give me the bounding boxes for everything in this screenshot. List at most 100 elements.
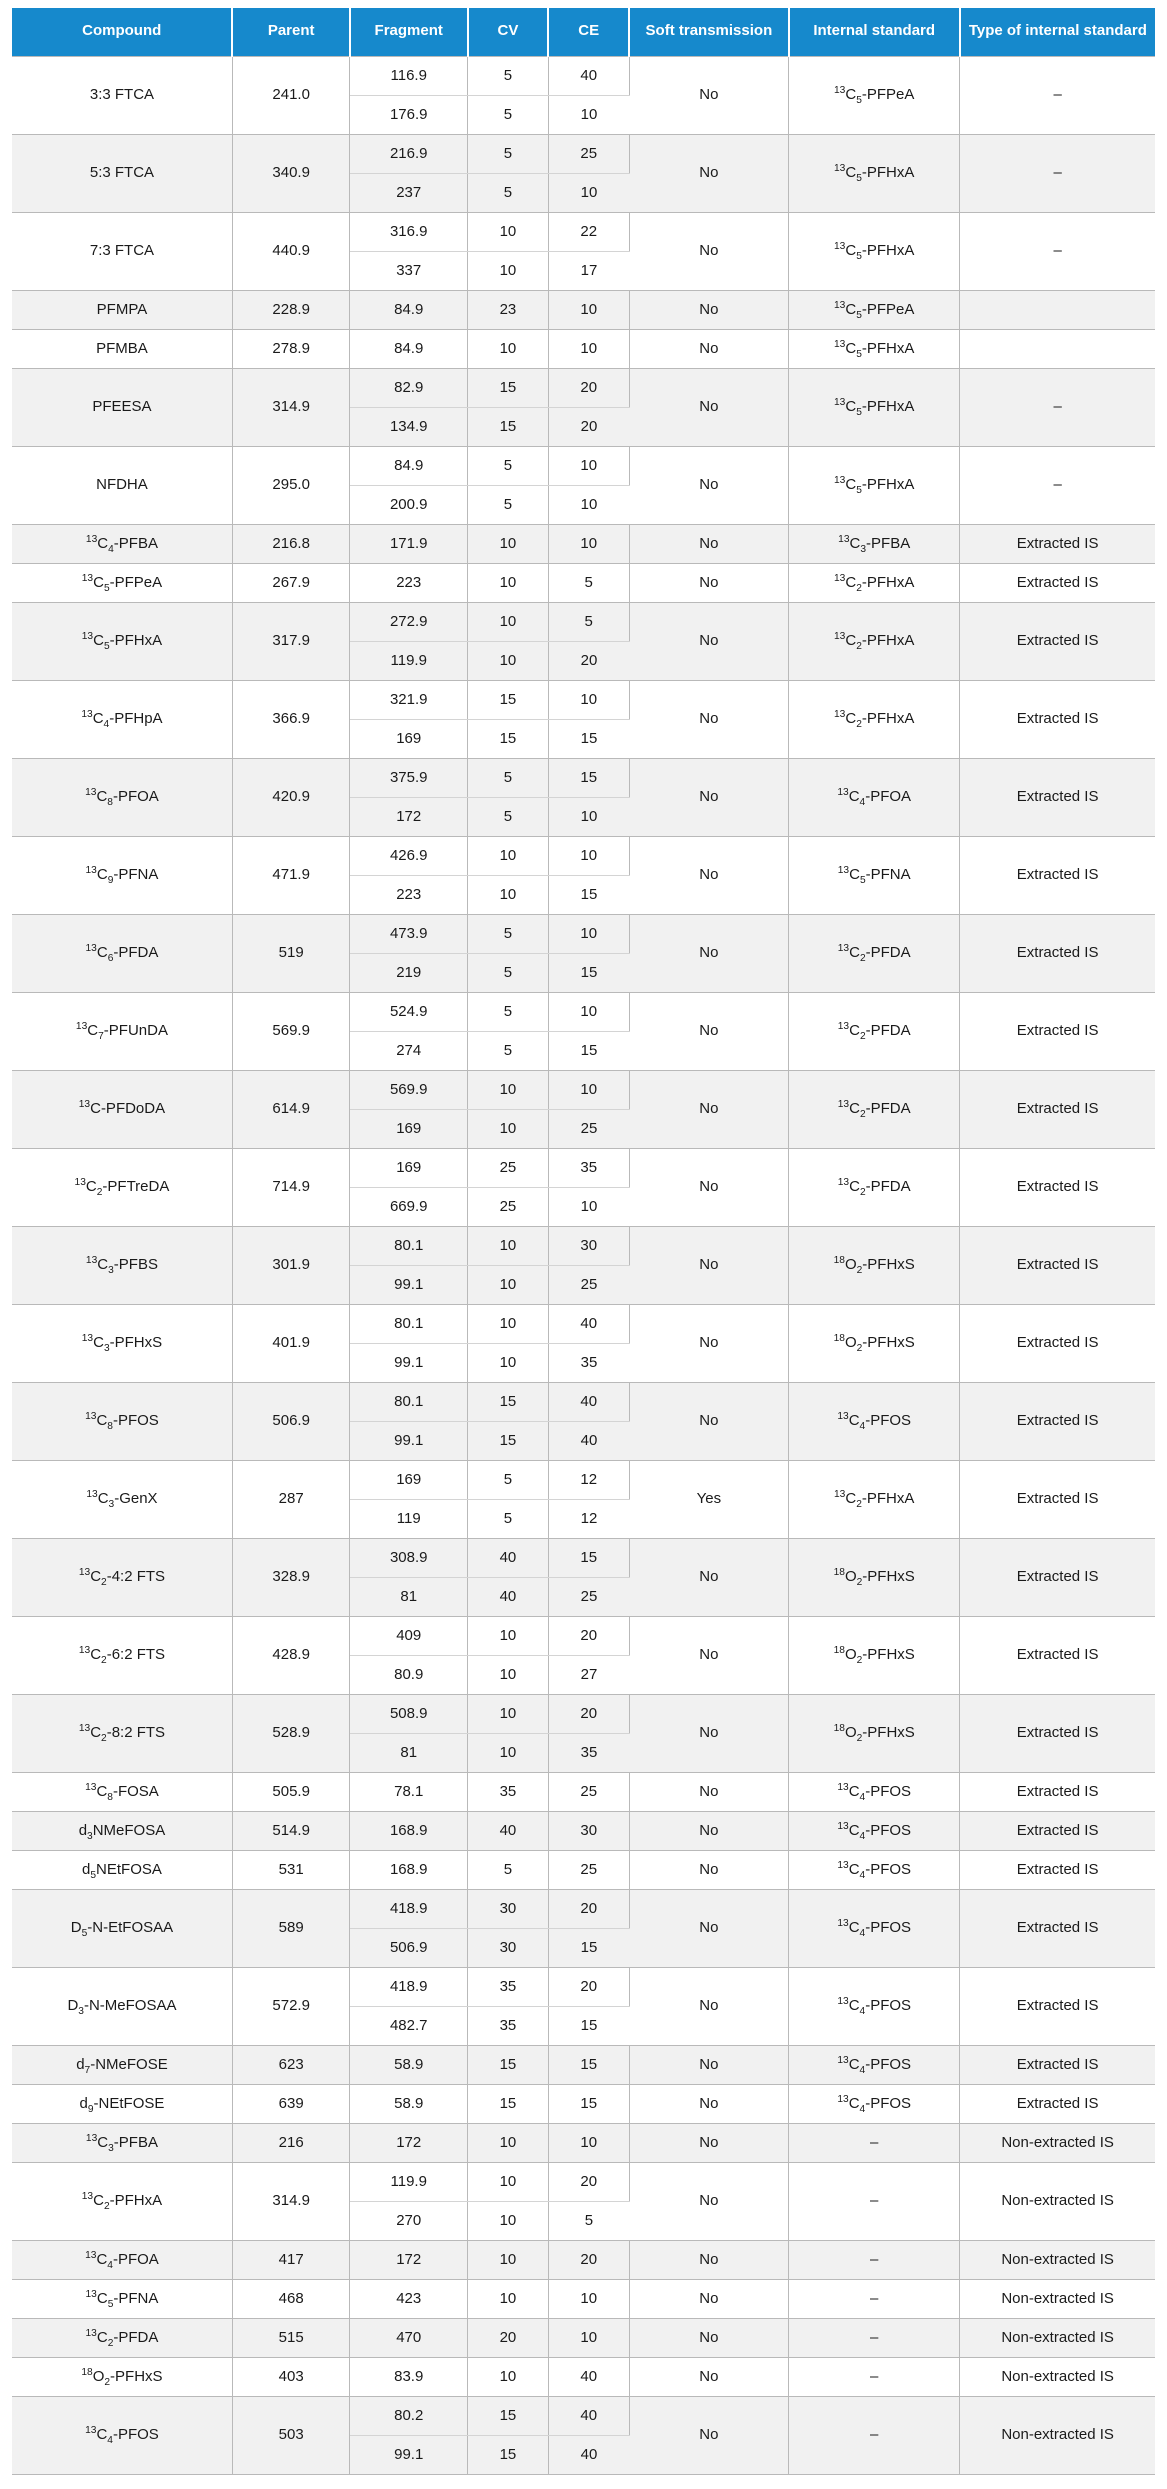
cell-parent: 228.9	[232, 289, 351, 330]
cell-compound: 13C2-6:2 FTS	[12, 1615, 233, 1695]
cell-compound: PFMPA	[12, 289, 233, 330]
cell-parent: 366.9	[232, 679, 351, 759]
cell-parent: 468	[232, 2278, 351, 2319]
cell-soft-transmission: No	[629, 913, 790, 993]
cell-cv: 10	[467, 2161, 549, 2202]
cell-soft-transmission: No	[629, 1381, 790, 1461]
cell-parent: 506.9	[232, 1381, 351, 1461]
cell-cv: 5	[467, 173, 549, 213]
cell-soft-transmission: No	[629, 991, 790, 1071]
cell-type-of-internal-standard: Extracted IS	[959, 1225, 1155, 1305]
cell-compound: 13C7-PFUnDA	[12, 991, 233, 1071]
cell-fragment: 80.1	[349, 1381, 468, 1422]
cell-ce: 40	[548, 2435, 630, 2475]
cell-compound: 13C2-4:2 FTS	[12, 1537, 233, 1617]
mrm-transitions-table: Compound Parent Fragment CV CE Soft tran…	[12, 8, 1155, 2475]
cell-cv: 15	[467, 2395, 549, 2436]
cell-type-of-internal-standard	[959, 328, 1155, 369]
cell-cv: 5	[467, 757, 549, 798]
table-row: D5-N-EtFOSAA 589 418.9 30 20 No 13C4-PFOS Extra…	[12, 1888, 1155, 1968]
cell-fragment: 426.9	[349, 835, 468, 876]
cell-ce: 35	[548, 1147, 630, 1188]
cell-type-of-internal-standard: Extracted IS	[959, 913, 1155, 993]
cell-fragment: 508.9	[349, 1693, 468, 1734]
cell-cv: 5	[467, 485, 549, 525]
cell-compound: d9-NEtFOSE	[12, 2083, 233, 2124]
cell-fragment: 200.9	[349, 485, 468, 525]
cell-type-of-internal-standard: Extracted IS	[959, 562, 1155, 603]
cell-internal-standard: 13C4-PFOS	[788, 2083, 961, 2124]
cell-type-of-internal-standard: Non-extracted IS	[959, 2278, 1155, 2319]
cell-soft-transmission: No	[629, 367, 790, 447]
cell-fragment: 169	[349, 1109, 468, 1149]
column-header-internal-standard: Internal standard	[788, 8, 961, 56]
cell-compound: d3NMeFOSA	[12, 1810, 233, 1851]
cell-type-of-internal-standard: –	[959, 367, 1155, 447]
table-row: 13C2-PFTreDA 714.9 169 25 35 No 13C2-PFDA Extra…	[12, 1147, 1155, 1227]
cell-ce: 40	[548, 1421, 630, 1461]
cell-compound: PFEESA	[12, 367, 233, 447]
table-row: 13C4-PFOS 503 80.2 15 40 No – Non-extracted IS	[12, 2395, 1155, 2475]
cell-compound: 13C8-FOSA	[12, 1771, 233, 1812]
cell-ce: 15	[548, 1031, 630, 1071]
cell-cv: 10	[467, 1343, 549, 1383]
cell-ce: 10	[548, 1069, 630, 1110]
cell-parent: 440.9	[232, 211, 351, 291]
cell-fragment: 473.9	[349, 913, 468, 954]
cell-ce: 30	[548, 1225, 630, 1266]
cell-soft-transmission: No	[629, 289, 790, 330]
table-row: 13C2-PFHxA 314.9 119.9 10 20 No – Non-extracted…	[12, 2161, 1155, 2241]
cell-ce: 20	[548, 2239, 630, 2280]
cell-fragment: 216.9	[349, 133, 468, 174]
cell-soft-transmission: No	[629, 1810, 790, 1851]
cell-fragment: 272.9	[349, 601, 468, 642]
cell-parent: 515	[232, 2317, 351, 2358]
cell-parent: 514.9	[232, 1810, 351, 1851]
cell-cv: 35	[467, 2006, 549, 2046]
cell-compound: 7:3 FTCA	[12, 211, 233, 291]
cell-type-of-internal-standard: –	[959, 133, 1155, 213]
cell-soft-transmission: No	[629, 1225, 790, 1305]
cell-parent: 420.9	[232, 757, 351, 837]
cell-fragment: 409	[349, 1615, 468, 1656]
cell-parent: 216.8	[232, 523, 351, 564]
cell-fragment: 171.9	[349, 523, 468, 564]
cell-ce: 15	[548, 953, 630, 993]
cell-fragment: 78.1	[349, 1771, 468, 1812]
cell-type-of-internal-standard: Extracted IS	[959, 1771, 1155, 1812]
cell-fragment: 524.9	[349, 991, 468, 1032]
cell-ce: 25	[548, 1771, 630, 1812]
cell-internal-standard: 13C2-PFHxA	[788, 1459, 961, 1539]
cell-internal-standard: 18O2-PFHxS	[788, 1693, 961, 1773]
column-header-soft-transmission: Soft transmission	[629, 8, 790, 56]
cell-parent: 401.9	[232, 1303, 351, 1383]
cell-soft-transmission: No	[629, 562, 790, 603]
cell-fragment: 99.1	[349, 2435, 468, 2475]
cell-fragment: 119.9	[349, 2161, 468, 2202]
cell-fragment: 168.9	[349, 1849, 468, 1890]
table-row: 13C4-PFBA 216.8 171.9 10 10 No 13C3-PFBA Extrac…	[12, 523, 1155, 564]
cell-cv: 10	[467, 328, 549, 369]
cell-internal-standard: –	[788, 2278, 961, 2319]
cell-internal-standard: 13C4-PFOS	[788, 1771, 961, 1812]
cell-compound: 13C2-8:2 FTS	[12, 1693, 233, 1773]
cell-compound: 13C2-PFDA	[12, 2317, 233, 2358]
cell-compound: D5-N-EtFOSAA	[12, 1888, 233, 1968]
cell-fragment: 58.9	[349, 2044, 468, 2085]
cell-ce: 30	[548, 1810, 630, 1851]
cell-cv: 5	[467, 991, 549, 1032]
table-row: 13C8-FOSA 505.9 78.1 35 25 No 13C4-PFOS Extract…	[12, 1771, 1155, 1812]
cell-ce: 10	[548, 289, 630, 330]
cell-parent: 614.9	[232, 1069, 351, 1149]
cell-fragment: 119	[349, 1499, 468, 1539]
cell-soft-transmission: No	[629, 1069, 790, 1149]
cell-parent: 328.9	[232, 1537, 351, 1617]
cell-parent: 314.9	[232, 367, 351, 447]
cell-compound: NFDHA	[12, 445, 233, 525]
table-row: NFDHA 295.0 84.9 5 10 No 13C5-PFHxA –	[12, 445, 1155, 525]
cell-compound: 13C5-PFHxA	[12, 601, 233, 681]
cell-fragment: 83.9	[349, 2356, 468, 2397]
cell-type-of-internal-standard: Extracted IS	[959, 2044, 1155, 2085]
cell-type-of-internal-standard: Extracted IS	[959, 523, 1155, 564]
table-row: 18O2-PFHxS 403 83.9 10 40 No – Non-extracted IS	[12, 2356, 1155, 2397]
